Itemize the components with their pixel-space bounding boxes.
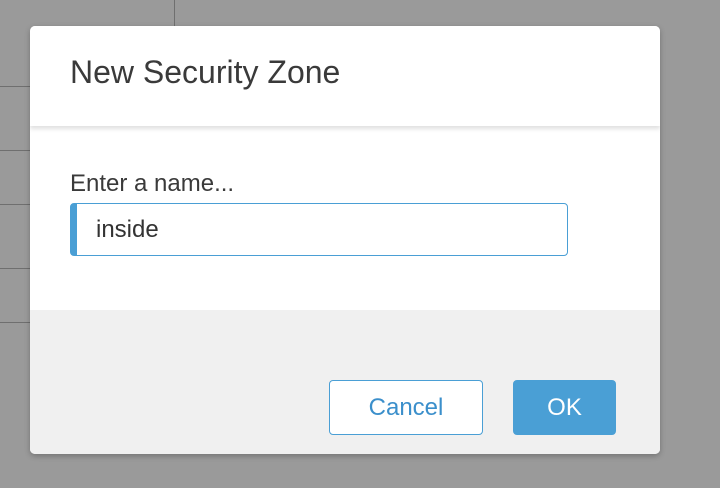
name-field-label: Enter a name... bbox=[70, 170, 235, 197]
dialog-header: New Security Zone bbox=[30, 26, 660, 126]
background-divider bbox=[174, 0, 175, 26]
background-divider bbox=[0, 204, 30, 205]
background-divider bbox=[0, 86, 30, 87]
background-divider bbox=[0, 268, 30, 269]
dialog-footer: Cancel OK bbox=[30, 310, 660, 454]
background-divider bbox=[0, 322, 30, 323]
background-divider bbox=[0, 150, 30, 151]
dialog-body: Enter a name... bbox=[30, 126, 660, 310]
new-security-zone-dialog: New Security Zone Enter a name... Cancel… bbox=[30, 26, 660, 454]
dialog-title: New Security Zone bbox=[70, 54, 341, 90]
ok-button[interactable]: OK bbox=[513, 380, 616, 435]
name-input[interactable] bbox=[70, 203, 568, 256]
cancel-button[interactable]: Cancel bbox=[329, 380, 483, 435]
